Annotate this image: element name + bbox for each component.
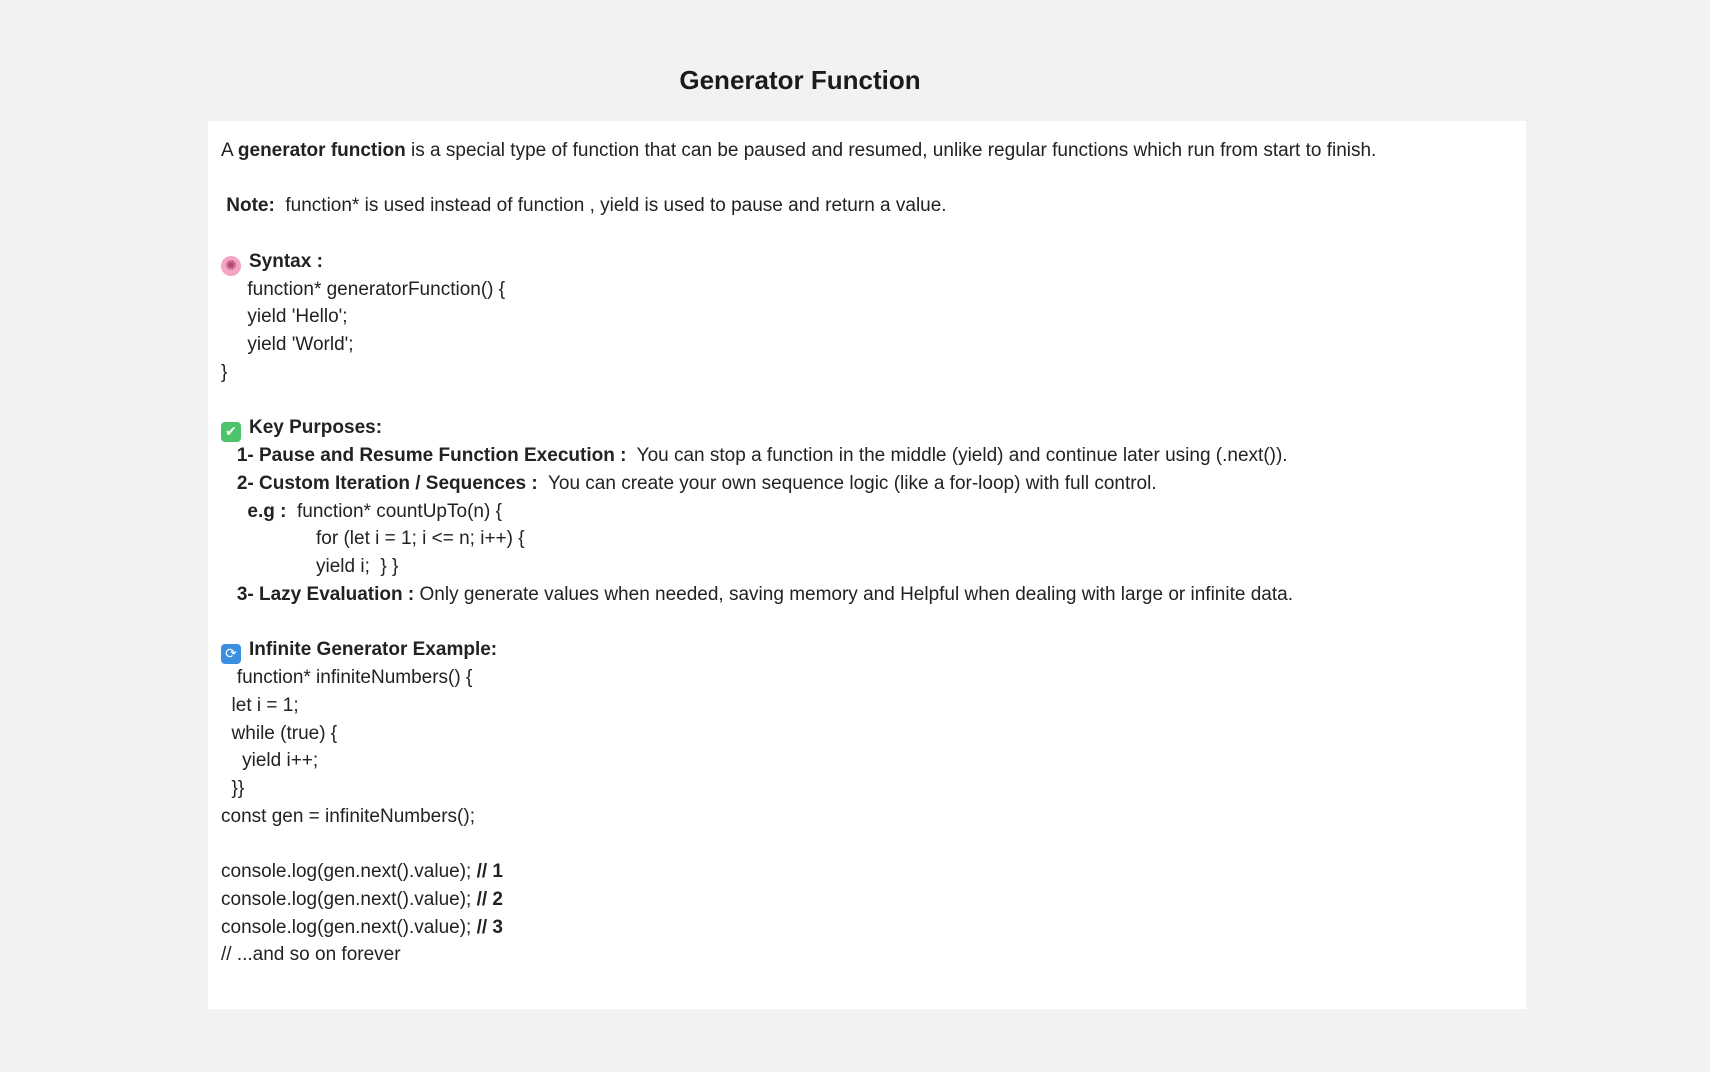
purpose-item-1: 1- Pause and Resume Function Execution :… bbox=[221, 442, 1513, 470]
log-line: console.log(gen.next().value); // 3 bbox=[221, 914, 1513, 942]
purpose-3-text: Only generate values when needed, saving… bbox=[419, 583, 1293, 605]
log-line: console.log(gen.next().value); // 1 bbox=[221, 858, 1513, 886]
log-comment: // 3 bbox=[476, 916, 503, 938]
page-title: Generator Function bbox=[679, 65, 921, 95]
intro-paragraph: A generator function is a special type o… bbox=[221, 137, 1513, 165]
log-line: console.log(gen.next().value); // 2 bbox=[221, 886, 1513, 914]
syntax-heading-text: Syntax : bbox=[249, 250, 323, 272]
log-comment: // 1 bbox=[476, 861, 503, 883]
purpose-item-3: 3- Lazy Evaluation : Only generate value… bbox=[221, 581, 1513, 609]
purposes-heading: ✔ Key Purposes: bbox=[221, 414, 1513, 443]
code-line: } bbox=[221, 361, 228, 383]
code-line: }} bbox=[221, 778, 245, 799]
eg-code: function* countUpTo(n) { bbox=[291, 500, 502, 522]
code-line: const gen = infiniteNumbers(); bbox=[221, 805, 475, 827]
log-comment: // 2 bbox=[476, 888, 503, 910]
code-line: yield 'World'; bbox=[221, 334, 354, 356]
syntax-heading: ✺ Syntax : bbox=[221, 248, 1513, 276]
content-body: A generator function is a special type o… bbox=[221, 137, 1513, 969]
intro-bold-term: generator function bbox=[237, 140, 406, 161]
refresh-icon: ⟳ bbox=[221, 644, 241, 665]
example-heading: ⟳ Infinite Generator Example: bbox=[221, 636, 1513, 665]
intro-prefix: A bbox=[221, 140, 238, 161]
example-heading-text: Infinite Generator Example: bbox=[249, 639, 498, 661]
purposes-heading-text: Key Purposes: bbox=[249, 417, 383, 439]
purpose-1-label: 1- Pause and Resume Function Execution : bbox=[221, 445, 632, 467]
log-code: console.log(gen.next().value); bbox=[221, 916, 477, 938]
eg-label: e.g : bbox=[221, 500, 292, 522]
code-line: let i = 1; bbox=[221, 694, 299, 716]
brain-icon: ✺ bbox=[221, 255, 241, 276]
code-line: yield i; } } bbox=[221, 556, 399, 578]
purpose-2-label: 2- Custom Iteration / Sequences : bbox=[221, 472, 544, 494]
log-code: console.log(gen.next().value); bbox=[221, 861, 477, 883]
code-line: yield i++; bbox=[221, 750, 319, 772]
check-mark-icon: ✔ bbox=[221, 422, 241, 443]
purpose-item-2: 2- Custom Iteration / Sequences : You ca… bbox=[221, 470, 1513, 498]
code-line: function* infiniteNumbers() { bbox=[221, 667, 473, 689]
code-line: yield 'Hello'; bbox=[221, 306, 348, 328]
content-card: A generator function is a special type o… bbox=[208, 121, 1526, 1009]
note-text: function* is used instead of function , … bbox=[280, 195, 947, 217]
purpose-3-label: 3- Lazy Evaluation : bbox=[221, 583, 420, 605]
code-line: function* generatorFunction() { bbox=[221, 278, 506, 300]
footer-comment: // ...and so on forever bbox=[221, 944, 401, 966]
example-line: e.g : function* countUpTo(n) { bbox=[221, 498, 1513, 526]
note-label: Note: bbox=[221, 195, 281, 217]
intro-suffix: is a special type of function that can b… bbox=[405, 140, 1377, 161]
page: Generator Function A generator function … bbox=[0, 0, 1710, 1072]
log-code: console.log(gen.next().value); bbox=[221, 888, 477, 910]
code-line: for (let i = 1; i <= n; i++) { bbox=[221, 528, 525, 550]
note-paragraph: Note: function* is used instead of funct… bbox=[221, 192, 1513, 220]
purpose-1-text: You can stop a function in the middle (y… bbox=[631, 445, 1288, 467]
purpose-2-text: You can create your own sequence logic (… bbox=[543, 472, 1157, 494]
code-line: while (true) { bbox=[221, 722, 338, 744]
